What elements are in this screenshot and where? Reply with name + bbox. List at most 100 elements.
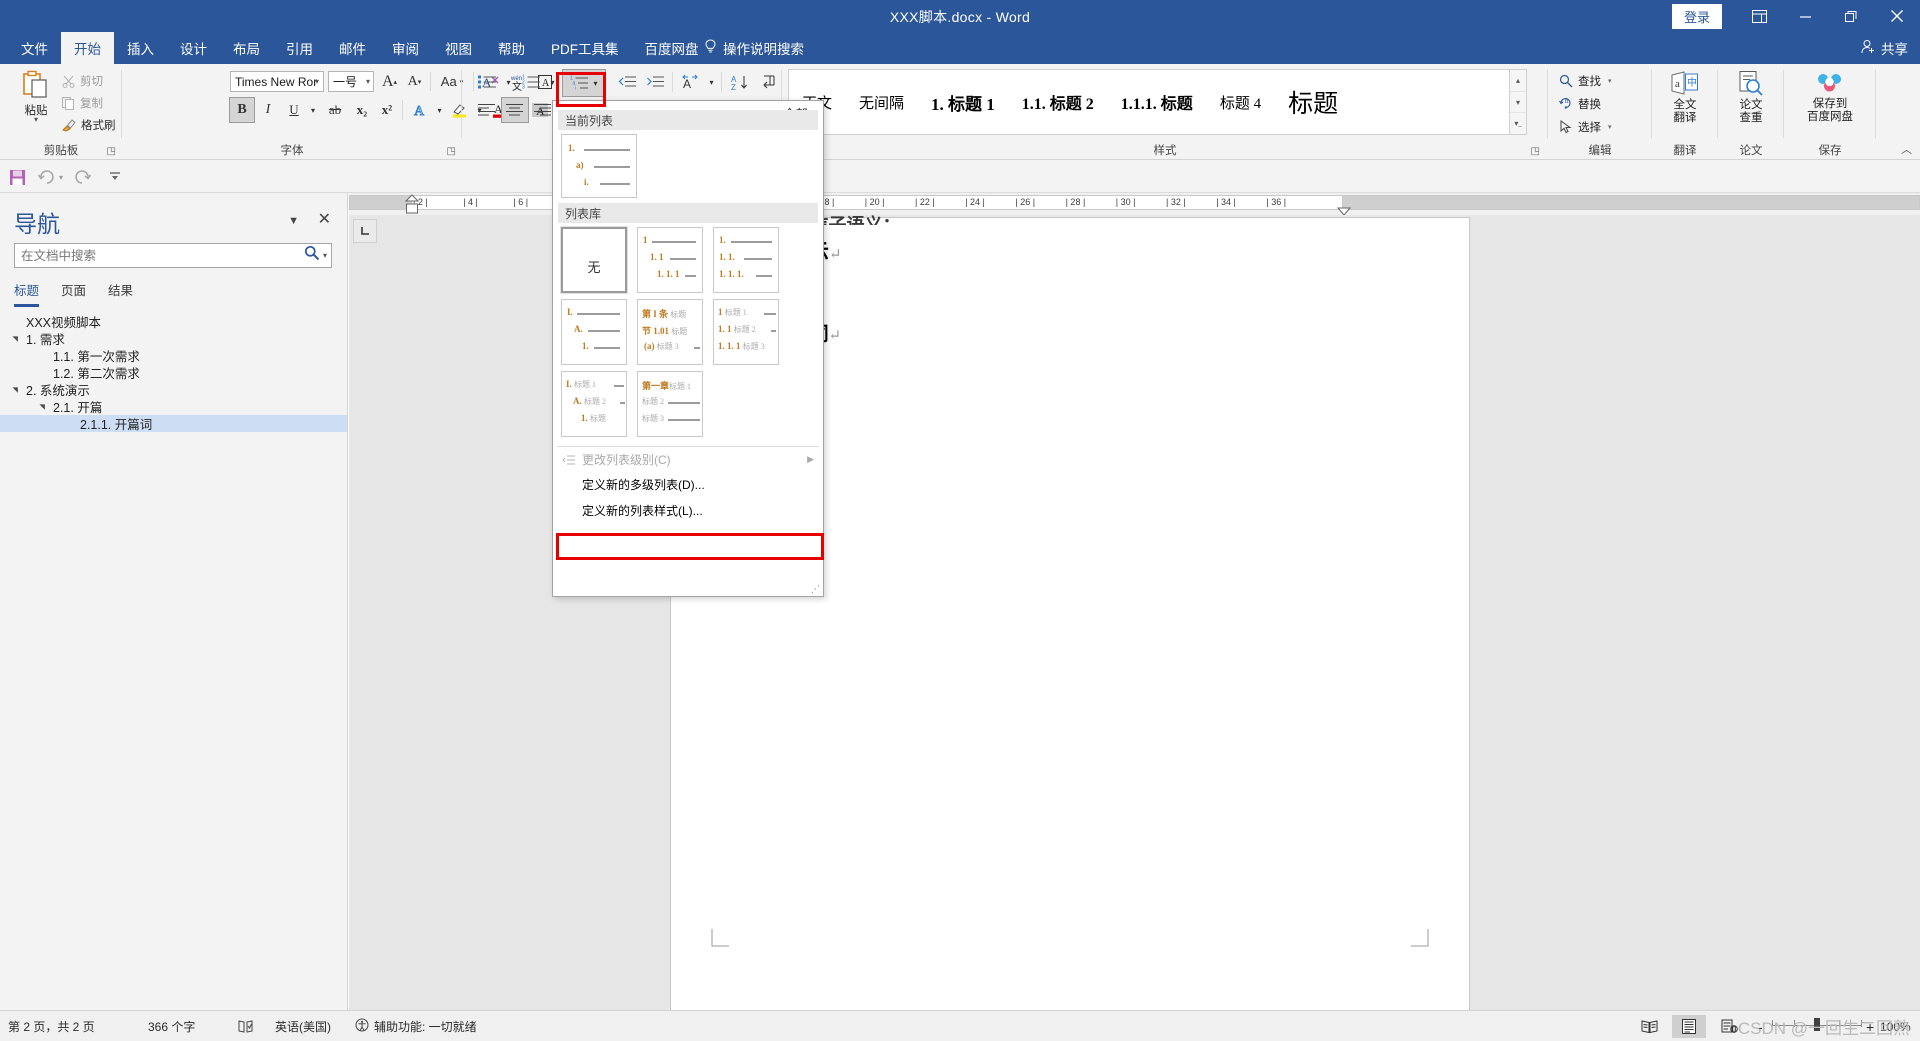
italic-button[interactable]: I	[256, 98, 280, 122]
navigation-heading-6[interactable]: 2.1.1. 开篇词	[0, 415, 347, 432]
list-tile-chapter-heading[interactable]: 第一章标题 1 标题 2 标题 3	[637, 371, 703, 437]
navigation-heading-0[interactable]: XXX视频脚本	[0, 313, 347, 330]
share-button[interactable]: 共享	[1860, 32, 1908, 64]
zoom-in-button[interactable]: +	[1866, 1017, 1874, 1036]
asian-layout-dropdown-icon[interactable]: ▾	[705, 70, 718, 94]
font-size-input[interactable]: 一号 ▾	[328, 71, 374, 92]
styles-gallery[interactable]: 正文无间隔1. 标题 11.1. 标题 21.1.1. 标题标题 4标题	[788, 69, 1510, 135]
search-input[interactable]	[21, 248, 304, 263]
current-list-tile[interactable]: 1. a) i.	[561, 134, 637, 198]
right-indent-marker[interactable]	[1335, 202, 1353, 215]
superscript-button[interactable]: x²	[375, 98, 399, 122]
style-item-1[interactable]: 无间隔	[846, 70, 919, 134]
list-tile-num-dot[interactable]: 1. 1. 1. 1. 1. 1.	[713, 227, 779, 293]
sort-icon[interactable]: AZ	[726, 70, 754, 94]
tell-me-search[interactable]: 操作说明搜索	[690, 32, 804, 64]
zoom-slider[interactable]	[1772, 1018, 1862, 1031]
ribbon-display-options-icon[interactable]	[1736, 0, 1782, 32]
view-web-layout[interactable]	[1712, 1015, 1746, 1038]
paper-check-button[interactable]: 论文 查重	[1724, 70, 1778, 136]
save-icon[interactable]	[5, 165, 29, 189]
text-effects-button[interactable]: A	[408, 98, 432, 122]
minimize-icon[interactable]	[1782, 0, 1828, 32]
language-indicator[interactable]: 英语(美国)	[275, 1017, 331, 1036]
proofing-icon[interactable]	[238, 1017, 254, 1036]
navigation-heading-1[interactable]: ◢ 1. 需求	[0, 330, 347, 347]
expand-arrow-icon[interactable]: ◢	[11, 332, 19, 346]
chevron-down-icon[interactable]: ▾	[366, 77, 370, 86]
expand-arrow-icon[interactable]: ◢	[11, 383, 19, 397]
save-to-netdisk-button[interactable]: 保存到 百度网盘	[1796, 70, 1864, 136]
ribbon-tab-2[interactable]: 插入	[114, 32, 167, 64]
strikethrough-button[interactable]: ab	[322, 98, 348, 122]
ribbon-tab-4[interactable]: 布局	[220, 32, 273, 64]
ribbon-tab-9[interactable]: 帮助	[485, 32, 538, 64]
style-item-2[interactable]: 1. 标题 1	[918, 70, 1009, 134]
multilevel-list-dropdown[interactable]: 全部 ▾ 当前列表 1. a) i. 列表库 无 1 1. 1 1. 1. 1 …	[552, 100, 824, 597]
numbered-list-icon[interactable]: 123	[518, 70, 544, 94]
navigation-tab-0[interactable]: 标题	[14, 280, 40, 307]
chevron-down-icon[interactable]: ▾	[1608, 77, 1612, 85]
collapse-ribbon-icon[interactable]: ︿	[1901, 141, 1912, 157]
left-indent-marker[interactable]	[403, 202, 421, 215]
redo-icon[interactable]	[70, 165, 94, 189]
ribbon-tab-6[interactable]: 邮件	[326, 32, 379, 64]
styles-dialog-launcher[interactable]: ◳	[1531, 146, 1540, 157]
copy-button[interactable]: 复制	[62, 93, 103, 113]
ribbon-tab-10[interactable]: PDF工具集	[538, 32, 632, 64]
style-item-4[interactable]: 1.1.1. 标题	[1108, 70, 1207, 134]
navigation-search-box[interactable]: ▾	[14, 243, 332, 268]
grow-font-button[interactable]: A ▴	[378, 70, 401, 93]
accessibility-status[interactable]: 辅助功能: 一切就绪	[355, 1017, 477, 1036]
numbered-list-dropdown-icon[interactable]: ▾	[546, 70, 559, 94]
styles-scroll-up-icon[interactable]: ▴	[1510, 70, 1526, 92]
underline-dropdown-icon[interactable]: ▾	[306, 98, 320, 122]
close-icon[interactable]	[1874, 0, 1920, 32]
ribbon-tab-7[interactable]: 审阅	[379, 32, 432, 64]
list-tile-none[interactable]: 无	[560, 226, 628, 294]
sign-in-button[interactable]: 登录	[1671, 3, 1722, 29]
menu-define-new-list-style[interactable]: 定义新的列表样式(L)...	[556, 500, 820, 521]
menu-define-new-multilevel-list[interactable]: 定义新的多级列表(D)...	[556, 474, 820, 495]
style-item-5[interactable]: 标题 4	[1207, 70, 1276, 134]
styles-gallery-scroll[interactable]: ▴ ▾ ▾ _	[1510, 69, 1527, 135]
zoom-slider-thumb[interactable]	[1814, 1018, 1820, 1031]
underline-button[interactable]: U	[282, 98, 306, 122]
replace-button[interactable]: bc 替换	[1556, 93, 1604, 114]
shrink-font-button[interactable]: A ▾	[403, 70, 426, 93]
increase-indent-icon[interactable]	[642, 70, 668, 94]
list-tile-heading-num[interactable]: 1 标题 1 1. 1 标题 2 1. 1. 1 标题 3	[713, 299, 779, 365]
customize-qat-icon[interactable]	[103, 165, 127, 189]
list-tile-roman-heading[interactable]: I. 标题 1 A. 标题 2 1. 标题	[561, 371, 627, 437]
font-dialog-launcher[interactable]: ◳	[447, 146, 456, 157]
ribbon-tab-0[interactable]: 文件	[8, 32, 61, 64]
word-count[interactable]: 366 个字	[148, 1017, 195, 1036]
list-tile-num-1-11-111[interactable]: 1 1. 1 1. 1. 1	[637, 227, 703, 293]
find-button[interactable]: 查找 ▾	[1556, 70, 1615, 91]
show-formatting-marks-icon[interactable]	[756, 70, 782, 94]
ribbon-tab-1[interactable]: 开始	[61, 32, 114, 64]
resize-grip[interactable]: ⋰	[811, 584, 820, 595]
list-tile-roman-alpha[interactable]: I. A. 1.	[561, 299, 627, 365]
bullet-list-dropdown-icon[interactable]: ▾	[502, 70, 515, 94]
undo-dropdown-icon[interactable]: ▾	[55, 165, 67, 189]
navigation-heading-2[interactable]: 1.1. 第一次需求	[0, 347, 347, 364]
asian-layout-icon[interactable]: A	[677, 70, 703, 94]
ribbon-tab-5[interactable]: 引用	[273, 32, 326, 64]
navigation-heading-4[interactable]: ◢ 2. 系统演示	[0, 381, 347, 398]
bold-button[interactable]: B	[229, 97, 255, 123]
multilevel-list-button[interactable]: 1ai ▾	[562, 69, 606, 97]
cut-button[interactable]: 剪切	[62, 71, 103, 91]
list-tile-article-section[interactable]: 第 I 条 标题 节 1.01 标题 (a) 标题 3	[637, 299, 703, 365]
restore-icon[interactable]	[1828, 0, 1874, 32]
view-print-layout[interactable]	[1672, 1015, 1706, 1038]
view-read-mode[interactable]	[1632, 1015, 1666, 1038]
clipboard-dialog-launcher[interactable]: ◳	[107, 146, 116, 157]
ribbon-tab-8[interactable]: 视图	[432, 32, 485, 64]
select-button[interactable]: 选择 ▾	[1556, 116, 1615, 137]
zoom-level[interactable]: 100%	[1880, 1017, 1911, 1036]
style-item-6[interactable]: 标题	[1275, 70, 1353, 134]
ribbon-tab-3[interactable]: 设计	[167, 32, 220, 64]
style-item-3[interactable]: 1.1. 标题 2	[1009, 70, 1108, 134]
zoom-out-button[interactable]: -	[1758, 1017, 1763, 1036]
